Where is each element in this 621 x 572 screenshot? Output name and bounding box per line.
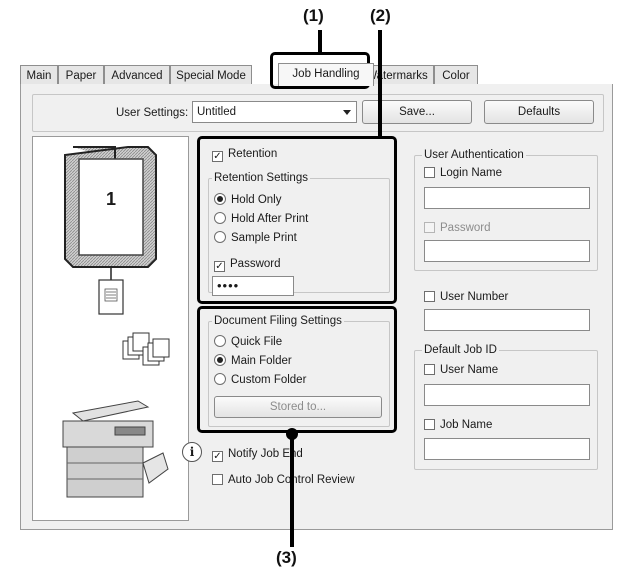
- checkbox-icon: [424, 364, 435, 375]
- defaults-button[interactable]: Defaults: [484, 100, 594, 124]
- tab-advanced[interactable]: Advanced: [104, 65, 170, 85]
- leader-line-1: [318, 30, 322, 52]
- user-settings-value: Untitled: [197, 106, 236, 118]
- highlight-document-filing: [197, 306, 397, 433]
- login-name-checkbox[interactable]: Login Name: [424, 166, 502, 180]
- user-number-input[interactable]: [424, 309, 590, 331]
- user-number-checkbox[interactable]: User Number: [424, 290, 508, 304]
- auto-job-control-review-checkbox[interactable]: Auto Job Control Review: [212, 473, 355, 487]
- tab-special-mode[interactable]: Special Mode: [170, 65, 252, 85]
- auth-password-input[interactable]: [424, 240, 590, 262]
- login-name-input[interactable]: [424, 187, 590, 209]
- tab-color[interactable]: Color: [434, 65, 478, 85]
- job-name-input[interactable]: [424, 438, 590, 460]
- checkbox-icon: [424, 222, 435, 233]
- user-name-checkbox[interactable]: User Name: [424, 363, 498, 377]
- tab-main[interactable]: Main: [20, 65, 58, 85]
- stacked-pages-icon: [122, 332, 170, 366]
- callout-2: (2): [370, 6, 391, 25]
- checkbox-icon: [212, 474, 223, 485]
- tab-paper[interactable]: Paper: [58, 65, 104, 85]
- leader-line-3: [290, 433, 294, 547]
- auth-password-checkbox[interactable]: Password: [424, 221, 491, 235]
- printer-icon: [62, 400, 169, 498]
- callout-3: (3): [276, 548, 297, 567]
- user-settings-label: User Settings:: [116, 107, 189, 119]
- dropdown-arrow-icon: [343, 110, 351, 115]
- job-name-checkbox[interactable]: Job Name: [424, 418, 492, 432]
- preview-pane: 1: [32, 136, 189, 521]
- info-icon: i: [182, 442, 202, 462]
- checkbox-icon: [424, 291, 435, 302]
- page-number: 1: [105, 189, 116, 209]
- leader-line-2: [378, 30, 382, 136]
- highlight-retention: [197, 136, 397, 304]
- user-name-input[interactable]: [424, 384, 590, 406]
- default-job-id-legend: Default Job ID: [422, 343, 499, 357]
- user-authentication-legend: User Authentication: [422, 148, 526, 162]
- notify-check-icon: ✓: [212, 451, 223, 462]
- user-settings-select[interactable]: Untitled: [192, 101, 357, 123]
- tab-job-handling[interactable]: Job Handling: [278, 63, 374, 86]
- callout-1: (1): [303, 6, 324, 25]
- checkbox-icon: [424, 419, 435, 430]
- leader-dot-3: [286, 428, 298, 440]
- checkbox-icon: [424, 167, 435, 178]
